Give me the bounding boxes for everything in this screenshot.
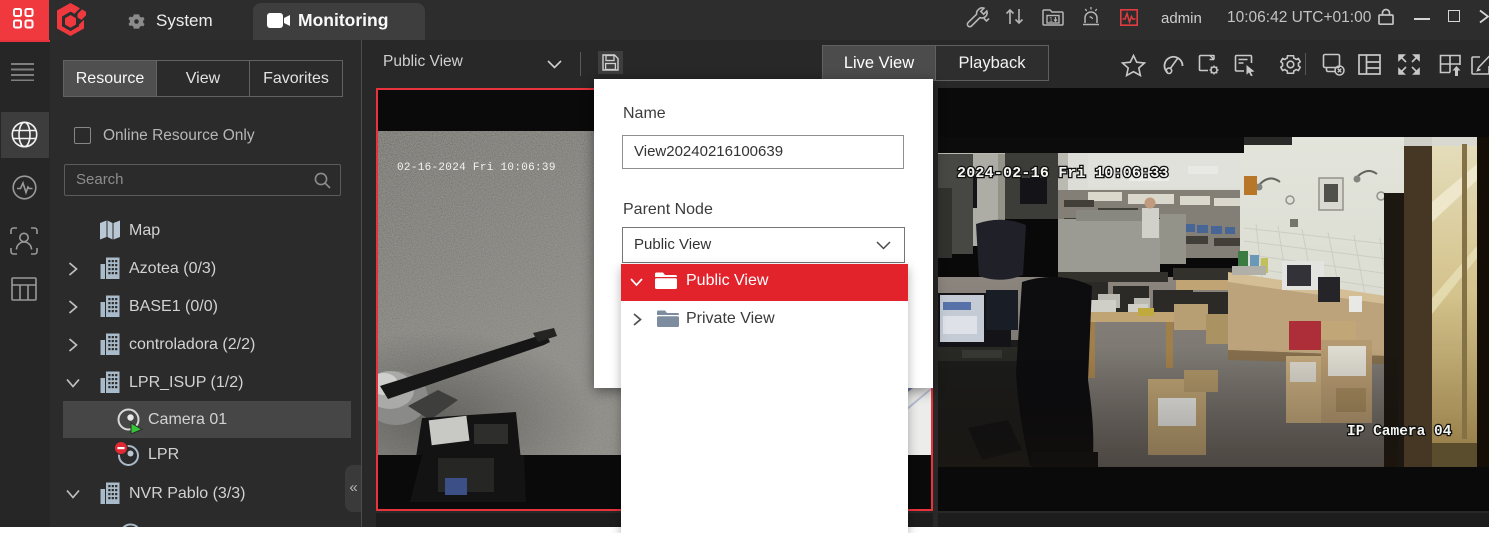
svg-text:1: 1 — [1049, 17, 1053, 24]
svg-text:IP Camera 04: IP Camera 04 — [1347, 424, 1452, 440]
svg-text:2024-02-16 Fri 10:06:33: 2024-02-16 Fri 10:06:33 — [957, 165, 1169, 182]
svg-text:02-16-2024 Fri 10:06:39: 02-16-2024 Fri 10:06:39 — [397, 162, 556, 174]
